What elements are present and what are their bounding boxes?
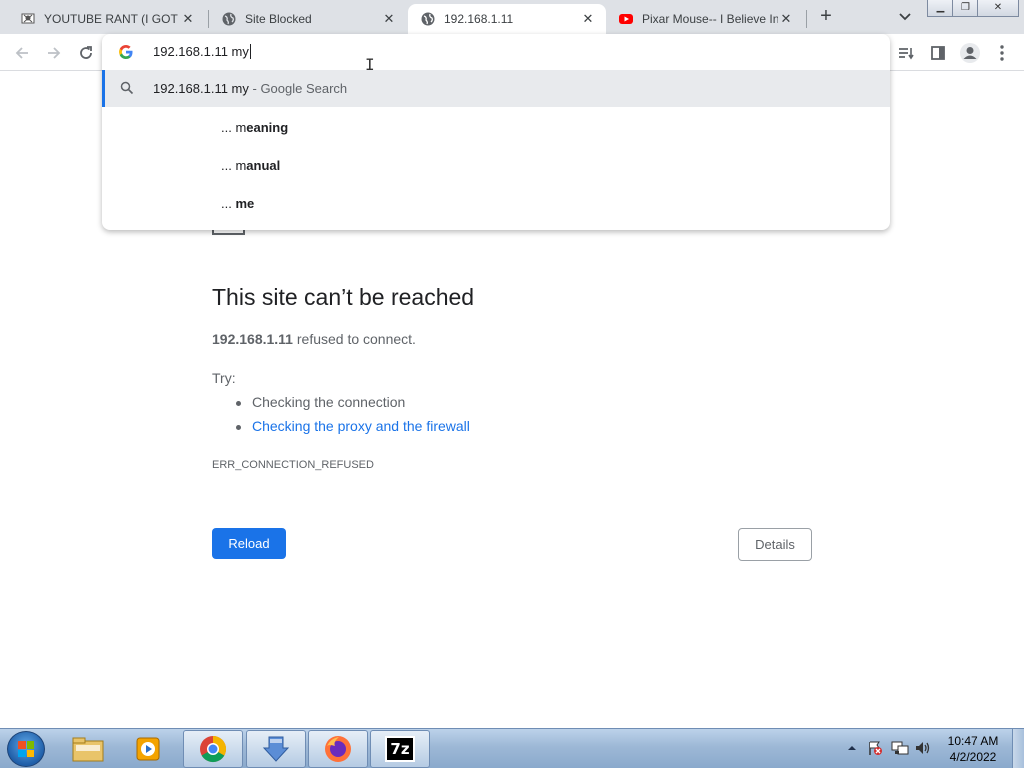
start-button[interactable] <box>7 731 45 767</box>
arrow-right-icon <box>48 47 61 59</box>
restore-button[interactable]: ❐ <box>952 0 979 17</box>
omnibox-input[interactable]: 192.168.1.11 my <box>153 44 251 59</box>
globe-icon <box>221 11 237 27</box>
search-icon <box>120 81 134 95</box>
tab-title: Pixar Mouse-- I Believe In <box>642 12 778 26</box>
text-caret <box>249 44 251 59</box>
network-icon[interactable] <box>891 740 909 756</box>
firefox-icon[interactable] <box>308 730 368 768</box>
google-icon <box>118 44 134 60</box>
show-hidden-icons-icon[interactable] <box>844 740 860 756</box>
address-bar[interactable]: 192.168.1.11 my <box>102 34 890 70</box>
globe-icon <box>420 11 436 27</box>
pirate-flag-icon <box>20 11 36 27</box>
close-icon[interactable]: ✕ <box>381 11 397 27</box>
file-explorer-icon[interactable] <box>58 730 118 768</box>
arrow-left-icon <box>15 47 28 59</box>
reading-list-icon[interactable] <box>894 41 918 65</box>
try-suggestions-list: Checking the connection Checking the pro… <box>232 394 470 442</box>
clock-time: 10:47 AM <box>947 734 999 748</box>
forward-button[interactable] <box>42 41 66 65</box>
tab-strip: YOUTUBE RANT (I GOT B ✕ Site Blocked ✕ 1… <box>0 0 1024 34</box>
downloader-icon[interactable] <box>246 730 306 768</box>
tab-title: Site Blocked <box>245 12 312 26</box>
tab-separator <box>806 10 807 28</box>
reload-button[interactable]: Reload <box>212 528 286 559</box>
chrome-icon[interactable] <box>183 730 243 768</box>
try-check-proxy-link[interactable]: Checking the proxy and the firewall <box>232 418 470 442</box>
omnibox-dropdown: 192.168.1.11 my I 192.168.1.11 my - Goog… <box>102 34 890 230</box>
action-center-flag-icon[interactable] <box>867 740 883 756</box>
suggestion-text: 192.168.1.11 my - Google Search <box>153 81 348 96</box>
close-icon[interactable]: ✕ <box>580 11 596 27</box>
tab-current[interactable]: 192.168.1.11 ✕ <box>408 4 606 34</box>
error-code: ERR_CONNECTION_REFUSED <box>212 459 374 471</box>
new-tab-button[interactable]: + <box>814 5 838 29</box>
tab-title: 192.168.1.11 <box>444 12 514 26</box>
system-clock[interactable]: 10:47 AM 4/2/2022 <box>938 733 1008 765</box>
details-button[interactable]: Details <box>738 528 812 561</box>
minimize-button[interactable]: ▁ <box>927 0 954 17</box>
suggestion-meaning[interactable]: ... meaning <box>221 120 288 135</box>
back-button[interactable] <box>10 41 34 65</box>
suggestion-manual[interactable]: ... manual <box>221 158 280 173</box>
reload-nav-button[interactable] <box>74 41 98 65</box>
tab-youtube-rant[interactable]: YOUTUBE RANT (I GOT B ✕ <box>8 4 206 34</box>
tab-title: YOUTUBE RANT (I GOT B <box>44 12 180 26</box>
media-player-icon[interactable] <box>118 730 178 768</box>
close-icon[interactable]: ✕ <box>180 11 196 27</box>
suggestion-google-search[interactable]: 192.168.1.11 my - Google Search <box>102 70 890 107</box>
error-description: 192.168.1.11 refused to connect. <box>212 331 416 347</box>
suggestion-me[interactable]: ... me <box>221 196 254 211</box>
youtube-icon <box>618 11 634 27</box>
reload-icon <box>80 46 92 59</box>
error-title: This site can’t be reached <box>212 284 475 310</box>
profile-avatar-icon[interactable] <box>958 41 982 65</box>
close-window-button[interactable]: ✕ <box>977 0 1019 17</box>
7zip-icon[interactable]: 7z <box>370 730 430 768</box>
side-panel-icon[interactable] <box>926 41 950 65</box>
chevron-down-icon[interactable] <box>895 8 915 26</box>
tab-pixar-mouse[interactable]: Pixar Mouse-- I Believe In ✕ <box>606 4 804 34</box>
try-label: Try: <box>212 370 236 386</box>
clock-date: 4/2/2022 <box>949 750 997 764</box>
try-check-connection: Checking the connection <box>232 394 470 418</box>
windows-logo-icon <box>18 741 34 757</box>
volume-icon[interactable] <box>914 740 930 756</box>
show-desktop-button[interactable] <box>1012 729 1024 768</box>
more-menu-icon[interactable] <box>990 41 1014 65</box>
close-icon[interactable]: ✕ <box>778 11 794 27</box>
tab-site-blocked[interactable]: Site Blocked ✕ <box>209 4 407 34</box>
